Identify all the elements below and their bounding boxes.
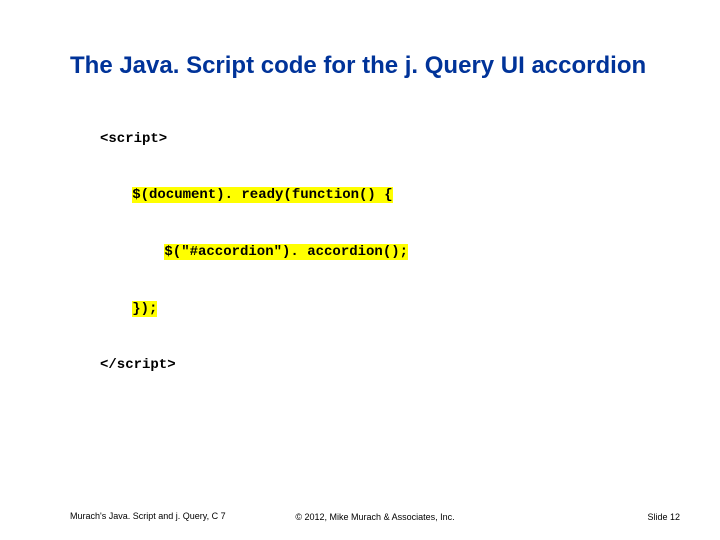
footer-left: Murach's Java. Script and j. Query, C 7 — [70, 511, 226, 522]
footer-center: © 2012, Mike Murach & Associates, Inc. — [295, 512, 454, 522]
code-line-2-highlight: $(document). ready(function() { — [132, 187, 392, 203]
code-line-1: <script> — [100, 130, 408, 149]
code-line-4: }); — [100, 300, 408, 319]
footer: Murach's Java. Script and j. Query, C 7 … — [70, 511, 680, 522]
code-block: <script> $(document). ready(function() {… — [100, 92, 408, 413]
slide-title: The Java. Script code for the j. Query U… — [70, 52, 690, 81]
code-line-4-highlight: }); — [132, 301, 157, 317]
code-line-3: $("#accordion"). accordion(); — [100, 243, 408, 262]
code-line-5: </script> — [100, 356, 408, 375]
slide: The Java. Script code for the j. Query U… — [0, 0, 720, 540]
code-line-3-highlight: $("#accordion"). accordion(); — [164, 244, 408, 260]
footer-right: Slide 12 — [647, 512, 680, 522]
code-line-2: $(document). ready(function() { — [100, 186, 408, 205]
